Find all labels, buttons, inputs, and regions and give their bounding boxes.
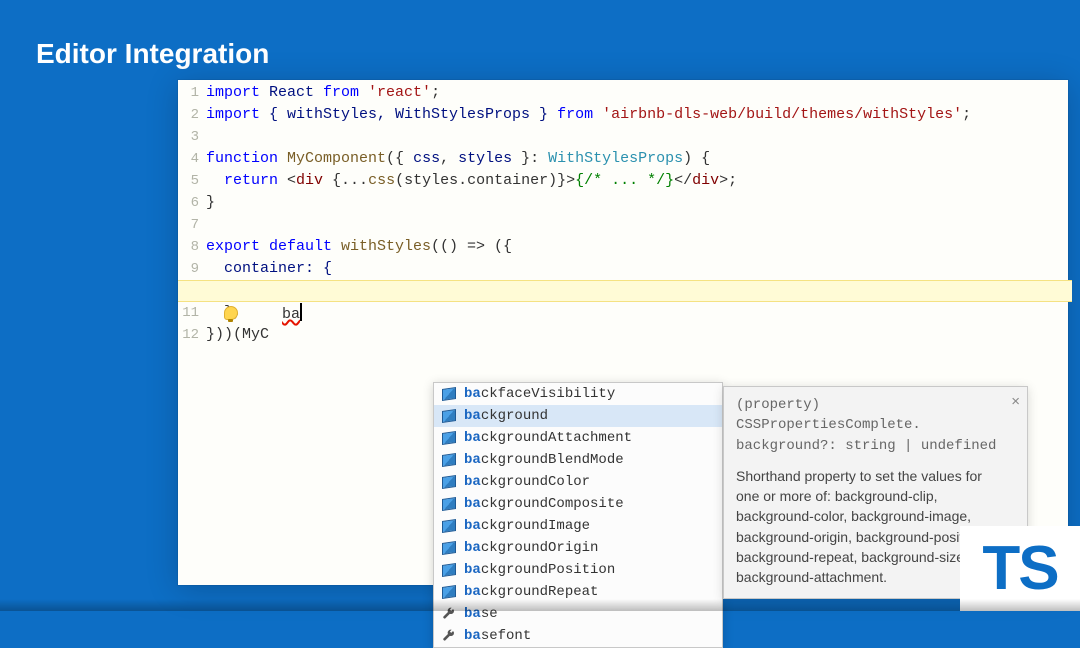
property-icon bbox=[442, 498, 456, 510]
completion-rest: sefont bbox=[481, 625, 531, 647]
slide-shadow bbox=[0, 599, 1080, 611]
text-caret bbox=[300, 303, 302, 321]
code-area[interactable]: import React from 'react'; import { with… bbox=[206, 82, 1064, 346]
typed-text: ba bbox=[246, 306, 300, 323]
code-line: function MyComponent({ css, styles }: Wi… bbox=[206, 148, 1064, 170]
completion-rest: ckgroundPosition bbox=[481, 559, 615, 581]
lightbulb-icon[interactable] bbox=[224, 306, 238, 320]
completion-match: ba bbox=[464, 537, 481, 559]
completion-item[interactable]: backgroundOrigin bbox=[434, 537, 722, 559]
doc-signature: (property) CSSPropertiesComplete.backgro… bbox=[736, 395, 1001, 456]
line-number: 8 bbox=[178, 236, 199, 258]
code-line: } bbox=[206, 192, 1064, 214]
completion-item[interactable]: backgroundImage bbox=[434, 515, 722, 537]
wrench-icon bbox=[442, 629, 456, 643]
code-line bbox=[206, 126, 1064, 148]
completion-item[interactable]: background bbox=[434, 405, 722, 427]
close-icon[interactable]: × bbox=[1011, 391, 1020, 413]
code-line: import React from 'react'; bbox=[206, 82, 1064, 104]
code-line: container: { bbox=[206, 258, 1064, 280]
property-icon bbox=[442, 432, 456, 444]
line-number: 4 bbox=[178, 148, 199, 170]
code-line: import { withStyles, WithStylesProps } f… bbox=[206, 104, 1064, 126]
line-number: 7 bbox=[178, 214, 199, 236]
completion-rest: ckgroundBlendMode bbox=[481, 449, 624, 471]
completion-match: ba bbox=[464, 559, 481, 581]
completion-match: ba bbox=[464, 405, 481, 427]
completion-match: ba bbox=[464, 515, 481, 537]
editor-pane[interactable]: 1 2 3 4 5 6 7 8 9 10 11 12 import React … bbox=[178, 80, 1068, 585]
completion-match: ba bbox=[464, 427, 481, 449]
property-icon bbox=[442, 476, 456, 488]
code-line: }, bbox=[206, 302, 1064, 324]
completion-item[interactable]: backgroundAttachment bbox=[434, 427, 722, 449]
property-icon bbox=[442, 520, 456, 532]
completion-match: ba bbox=[464, 471, 481, 493]
property-icon bbox=[442, 564, 456, 576]
code-line: return <div {...css(styles.container)}>{… bbox=[206, 170, 1064, 192]
completion-match: ba bbox=[464, 449, 481, 471]
line-number: 6 bbox=[178, 192, 199, 214]
property-icon bbox=[442, 542, 456, 554]
completion-item[interactable]: backgroundBlendMode bbox=[434, 449, 722, 471]
code-line: }))(MyC bbox=[206, 324, 1064, 346]
completion-item[interactable]: backfaceVisibility bbox=[434, 383, 722, 405]
completion-match: ba bbox=[464, 383, 481, 405]
completion-match: ba bbox=[464, 625, 481, 647]
completion-rest: ckgroundComposite bbox=[481, 493, 624, 515]
property-icon bbox=[442, 388, 456, 400]
line-number: 1 bbox=[178, 82, 199, 104]
line-number: 5 bbox=[178, 170, 199, 192]
completion-rest: ckgroundColor bbox=[481, 471, 590, 493]
code-line: export default withStyles(() => ({ bbox=[206, 236, 1064, 258]
completion-rest: ckgroundOrigin bbox=[481, 537, 599, 559]
active-line[interactable]: ba bbox=[178, 280, 1072, 302]
code-line bbox=[206, 214, 1064, 236]
completion-match: ba bbox=[464, 493, 481, 515]
line-number: 2 bbox=[178, 104, 199, 126]
line-number: 9 bbox=[178, 258, 199, 280]
property-icon bbox=[442, 586, 456, 598]
completion-item[interactable]: backgroundPosition bbox=[434, 559, 722, 581]
line-number: 3 bbox=[178, 126, 199, 148]
slide-title: Editor Integration bbox=[36, 38, 269, 70]
completion-rest: ckgroundAttachment bbox=[481, 427, 632, 449]
completion-item[interactable]: backgroundColor bbox=[434, 471, 722, 493]
completion-item[interactable]: backgroundComposite bbox=[434, 493, 722, 515]
completion-item[interactable]: basefont bbox=[434, 625, 722, 647]
completion-rest: ckgroundImage bbox=[481, 515, 590, 537]
property-icon bbox=[442, 454, 456, 466]
completion-rest: ckfaceVisibility bbox=[481, 383, 615, 405]
property-icon bbox=[442, 410, 456, 422]
completion-rest: ckground bbox=[481, 405, 548, 427]
